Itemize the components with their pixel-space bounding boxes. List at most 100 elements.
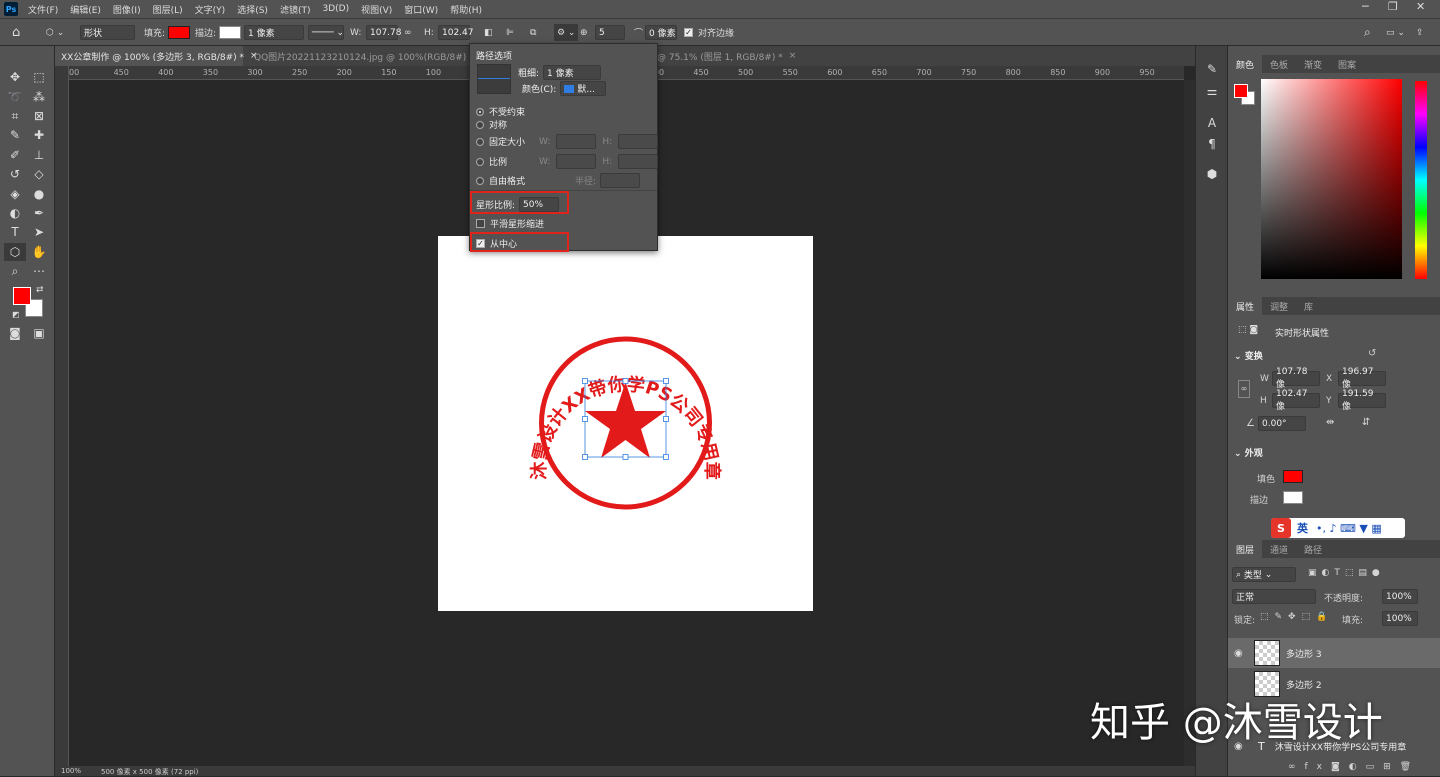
menu-window[interactable]: 窗口(W) xyxy=(398,3,444,16)
fixed-size-radio[interactable] xyxy=(476,137,484,146)
document-canvas[interactable]: 沐雪设计XX带你学PS公司专用章 xyxy=(438,236,813,611)
path-arrangement-icon[interactable]: ⧉ xyxy=(530,24,536,41)
swap-colors-icon[interactable]: ⇄ xyxy=(36,285,44,295)
freeform-radio[interactable] xyxy=(476,176,484,185)
minimize-icon[interactable]: ─ xyxy=(1362,0,1369,13)
menu-edit[interactable]: 编辑(E) xyxy=(64,3,107,16)
tab-adjustments[interactable]: 调整 xyxy=(1262,297,1296,315)
pen-tool-icon[interactable]: ✒ xyxy=(28,204,50,222)
stroke-swatch[interactable] xyxy=(219,26,241,39)
brush-settings-icon[interactable]: ✎ xyxy=(1201,60,1223,78)
paragraph-icon[interactable]: ¶ xyxy=(1201,135,1223,153)
blur-tool-icon[interactable]: ● xyxy=(28,185,50,203)
color-field[interactable] xyxy=(1261,79,1402,279)
appearance-stroke-swatch[interactable] xyxy=(1283,491,1303,504)
tab-qq-image[interactable]: QQ图片20221123210124.jpg @ 100%(RGB/8#) × xyxy=(248,46,480,66)
default-colors-icon[interactable]: ◩ xyxy=(12,310,20,319)
lock-icons[interactable]: ⬚✎✥⬚🔒 xyxy=(1260,612,1333,622)
height-field[interactable]: 102.47 xyxy=(438,25,474,40)
layer-row[interactable]: ◉ 多边形 3 xyxy=(1228,638,1440,668)
angle-field[interactable]: 0.00° xyxy=(1258,416,1306,431)
tab-channels[interactable]: 通道 xyxy=(1262,540,1296,558)
path-color-select[interactable]: 默... xyxy=(560,81,607,96)
type-tool-icon[interactable]: T xyxy=(4,223,26,241)
ime-tool-icons[interactable]: •, ♪ ⌨ ▼ ▦ xyxy=(1316,522,1382,535)
paint-bucket-icon[interactable]: ◈ xyxy=(4,185,26,203)
gear-icon[interactable]: ⚙ ⌄ xyxy=(554,24,579,41)
transform-section[interactable]: ⌄ 变换 xyxy=(1234,349,1263,362)
tab-swatches[interactable]: 色板 xyxy=(1262,55,1296,73)
brush-tool-icon[interactable]: ✐ xyxy=(4,146,26,164)
layer-actions[interactable]: ∞fx◙◐▭⊞🗑 xyxy=(1288,762,1420,772)
menu-layer[interactable]: 图层(L) xyxy=(147,3,189,16)
eraser-icon[interactable]: ◇ xyxy=(28,165,50,183)
path-alignment-icon[interactable]: ⊫ xyxy=(506,24,514,41)
search-icon[interactable]: ⌕ xyxy=(1364,24,1371,41)
close-tab-icon[interactable]: × xyxy=(789,51,797,61)
fill-opacity-field[interactable]: 100% xyxy=(1382,611,1418,626)
tab-layer1[interactable]: @ 75.1% (图层 1, RGB/8#) * × xyxy=(651,46,796,66)
appearance-section[interactable]: ⌄ 外观 xyxy=(1234,446,1263,459)
prop-w-field[interactable]: 107.78 像 xyxy=(1272,367,1320,390)
tab-layers[interactable]: 图层 xyxy=(1228,540,1263,558)
menu-view[interactable]: 视图(V) xyxy=(355,3,398,16)
menu-3d[interactable]: 3D(D) xyxy=(316,4,355,14)
marquee-tool-icon[interactable]: ⬚ xyxy=(28,68,50,86)
menu-select[interactable]: 选择(S) xyxy=(231,3,274,16)
vertical-scrollbar[interactable] xyxy=(1184,80,1195,766)
home-icon[interactable]: ⌂ xyxy=(12,24,20,41)
path-select-icon[interactable]: ➤ xyxy=(28,223,50,241)
tab-properties[interactable]: 属性 xyxy=(1228,297,1263,315)
tab-paths[interactable]: 路径 xyxy=(1296,540,1330,558)
thickness-select[interactable]: 1 像素 xyxy=(543,65,602,80)
stroke-width-field[interactable]: 1 像素 xyxy=(244,25,304,40)
quick-mask-icon[interactable]: ◙ xyxy=(4,324,26,342)
tab-xx-seal[interactable]: XX公章制作 @ 100% (多边形 3, RGB/8#) * × xyxy=(55,46,258,66)
unconstrained-radio[interactable] xyxy=(476,107,484,116)
corner-radius-field[interactable]: 0 像素 xyxy=(645,25,677,40)
path-operations-icon[interactable]: ◧ xyxy=(484,24,493,41)
ime-lang[interactable]: 英 xyxy=(1297,520,1308,536)
zoom-level[interactable]: 100% xyxy=(61,767,81,775)
menu-image[interactable]: 图像(I) xyxy=(107,3,147,16)
smooth-indent-checkbox[interactable] xyxy=(476,219,485,228)
blend-mode-select[interactable]: 正常 xyxy=(1232,589,1316,604)
menu-filter[interactable]: 滤镜(T) xyxy=(274,3,317,16)
reset-icon[interactable]: ↺ xyxy=(1368,348,1376,359)
width-field[interactable]: 107.78 xyxy=(366,25,402,40)
lasso-tool-icon[interactable]: ➰ xyxy=(4,88,26,106)
sides-field[interactable]: 5 xyxy=(595,25,625,40)
more-tools-icon[interactable]: ⋯ xyxy=(28,262,50,280)
magic-wand-icon[interactable]: ⁂ xyxy=(28,88,50,106)
prop-x-field[interactable]: 196.97 像 xyxy=(1338,367,1386,390)
polygon-tool-preset-icon[interactable]: ⬡ ⌄ xyxy=(46,24,64,41)
tab-patterns[interactable]: 图案 xyxy=(1330,55,1364,73)
polygon-tool-icon[interactable]: ⬡ xyxy=(4,243,26,261)
share-icon[interactable]: ⇪ xyxy=(1416,24,1424,41)
workspace-icon[interactable]: ▭ ⌄ xyxy=(1386,24,1405,41)
fill-swatch[interactable] xyxy=(168,26,190,39)
foreground-color-swatch[interactable] xyxy=(13,287,31,305)
restore-icon[interactable]: ❐ xyxy=(1388,0,1398,13)
layer-filter-select[interactable]: ⌕ 类型 ⌄ xyxy=(1232,567,1296,582)
menu-type[interactable]: 文字(Y) xyxy=(189,3,232,16)
character-icon[interactable]: A xyxy=(1201,114,1223,132)
opacity-field[interactable]: 100% xyxy=(1382,589,1418,604)
prop-y-field[interactable]: 191.59 像 xyxy=(1338,389,1386,412)
close-icon[interactable]: ✕ xyxy=(1416,0,1425,13)
zoom-tool-icon[interactable]: ⌕ xyxy=(4,262,26,280)
screen-mode-icon[interactable]: ▣ xyxy=(28,324,50,342)
ime-toolbar[interactable]: S 英 •, ♪ ⌨ ▼ ▦ xyxy=(1271,518,1405,538)
stroke-type-select[interactable]: ──── ⌄ xyxy=(308,25,344,40)
appearance-fill-swatch[interactable] xyxy=(1283,470,1303,483)
menu-file[interactable]: 文件(F) xyxy=(22,3,64,16)
healing-brush-icon[interactable]: ✚ xyxy=(28,126,50,144)
stamp-tool-icon[interactable]: ⊥ xyxy=(28,146,50,164)
hue-slider[interactable] xyxy=(1415,81,1427,279)
panel-foreground-swatch[interactable] xyxy=(1234,84,1248,98)
visibility-eye-icon[interactable]: ◉ xyxy=(1234,648,1243,659)
adjustments-icon[interactable]: ⚌ xyxy=(1201,82,1223,100)
link-dimensions-icon[interactable]: ∞ xyxy=(1238,380,1250,398)
flip-vertical-icon[interactable]: ⇵ xyxy=(1362,417,1370,428)
3d-icon[interactable]: ⬢ xyxy=(1201,165,1223,183)
